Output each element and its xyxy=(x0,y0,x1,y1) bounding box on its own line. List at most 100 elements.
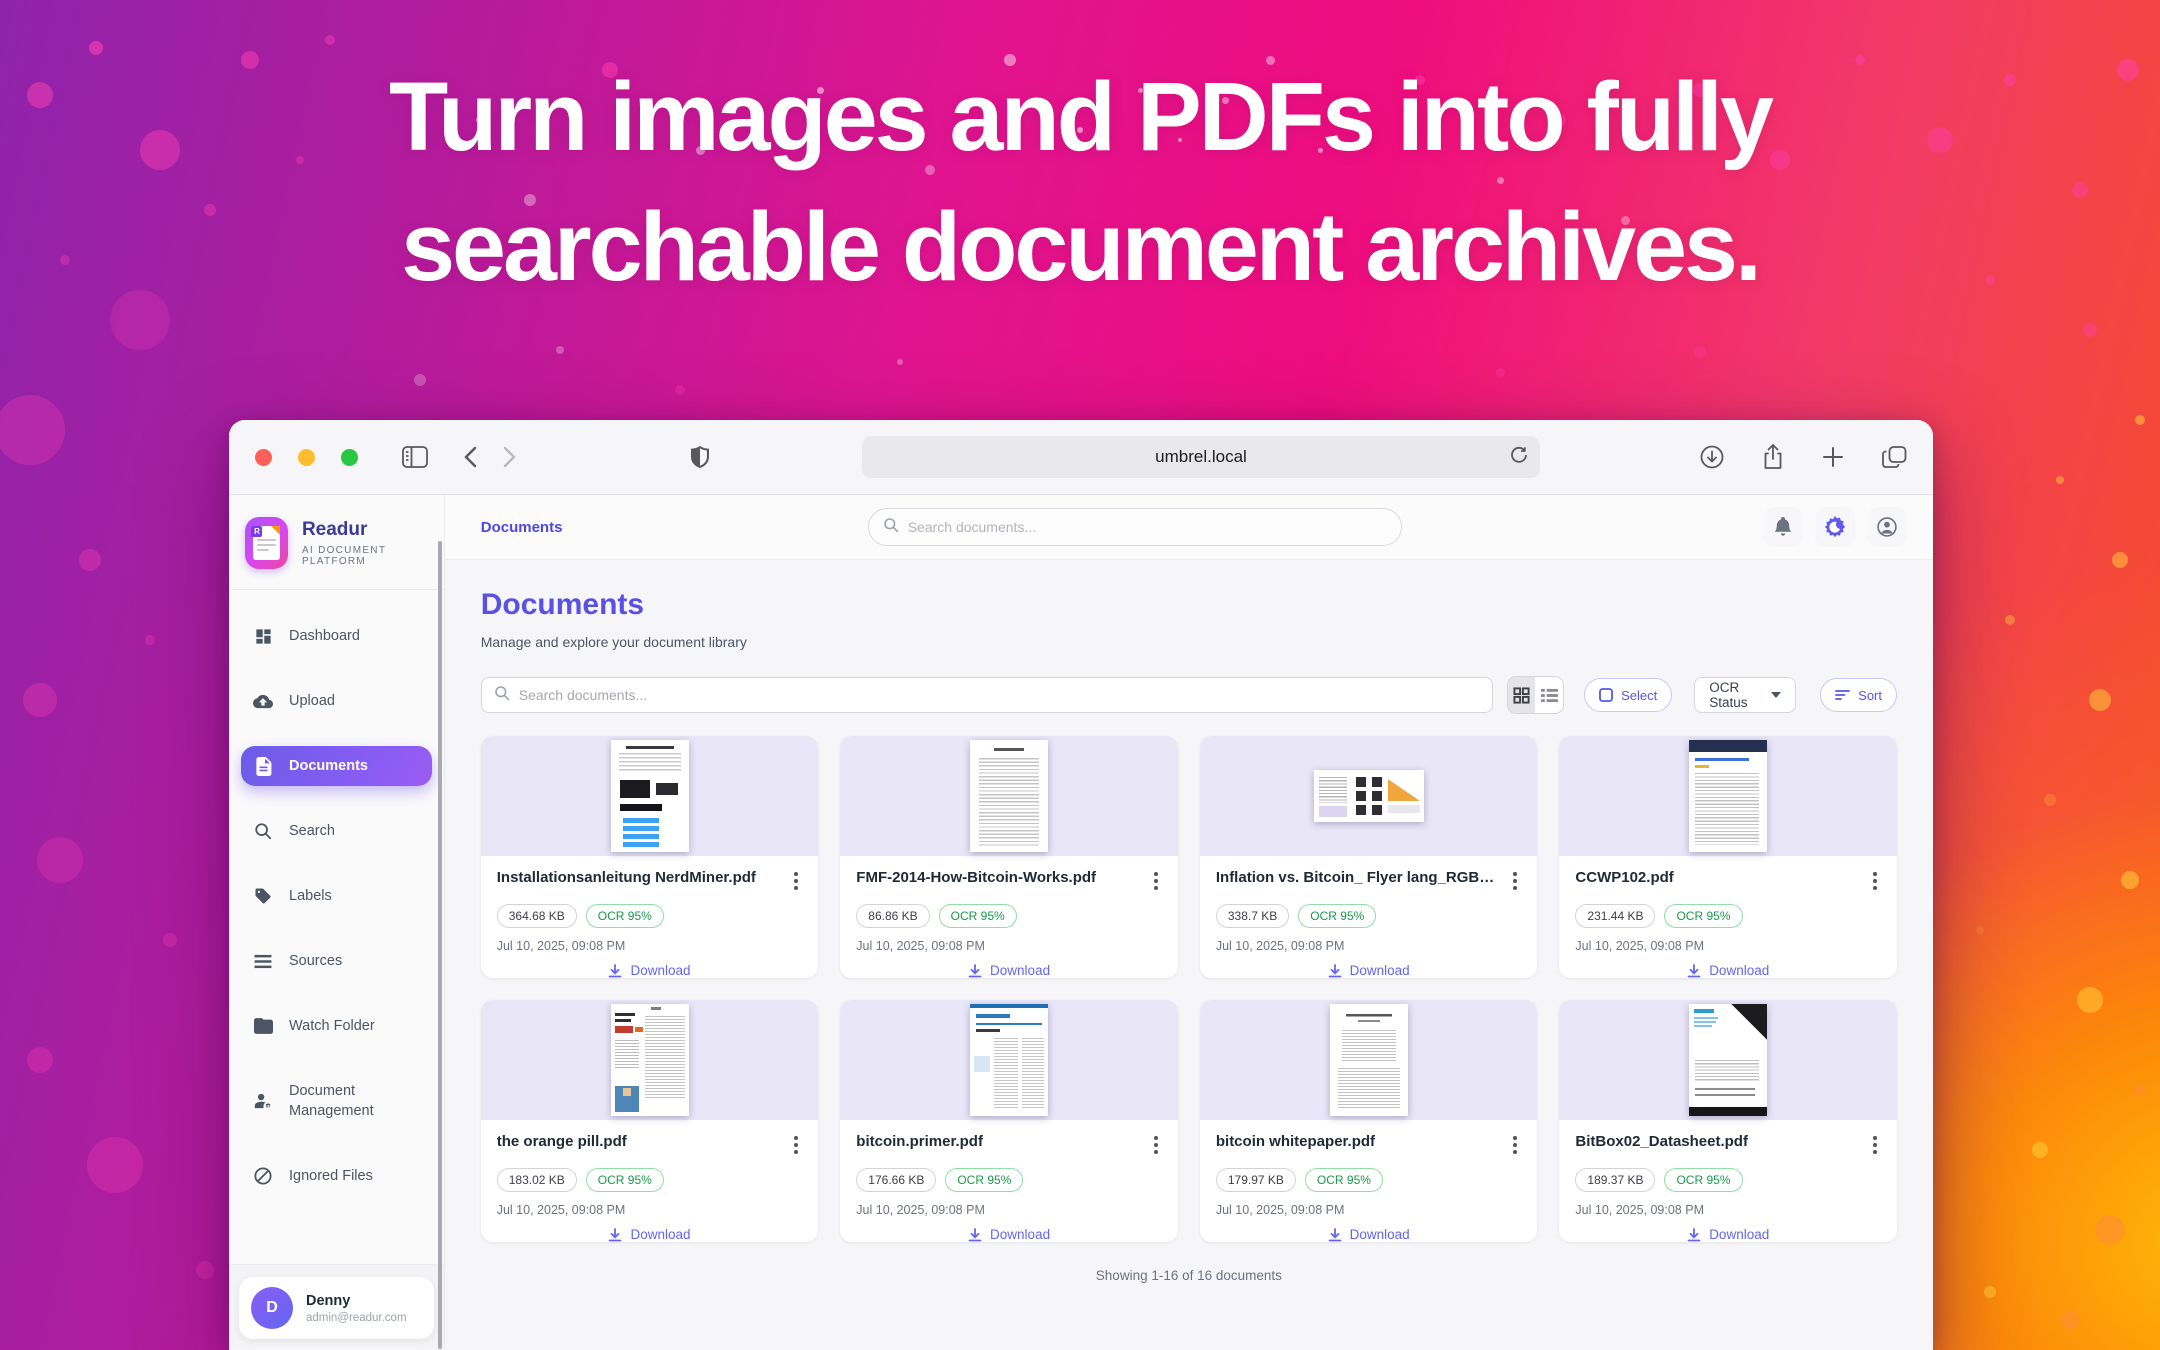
sidebar-item-label: Sources xyxy=(289,951,342,971)
hero-headline: Turn images and PDFs into fully searchab… xyxy=(0,52,2160,312)
brand-name: Readur xyxy=(302,519,428,541)
more-options-button[interactable] xyxy=(1150,1133,1162,1157)
dashboard-icon xyxy=(253,626,273,646)
document-card[interactable]: Inflation vs. Bitcoin_ Flyer lang_RGB.pd… xyxy=(1200,736,1538,978)
user-card[interactable]: D Denny admin@readur.com xyxy=(239,1277,434,1339)
notifications-button[interactable] xyxy=(1763,507,1803,547)
background-dot xyxy=(87,1137,143,1193)
more-options-button[interactable] xyxy=(1509,1133,1521,1157)
document-search-input[interactable] xyxy=(519,687,1480,703)
document-name: Installationsanleitung NerdMiner.pdf xyxy=(497,869,756,886)
document-card[interactable]: CCWP102.pdf 231.44 KB OCR 95% Jul 10, 20… xyxy=(1559,736,1897,978)
ocr-status-badge: OCR 95% xyxy=(945,1168,1023,1192)
sidebar-item-ignored-files[interactable]: Ignored Files xyxy=(241,1156,432,1196)
grid-view-button[interactable] xyxy=(1508,677,1536,713)
more-options-button[interactable] xyxy=(790,869,802,893)
more-options-button[interactable] xyxy=(790,1133,802,1157)
sidebar-scrollbar[interactable] xyxy=(438,541,442,1349)
reload-icon[interactable] xyxy=(1510,446,1528,469)
background-dot xyxy=(163,933,177,947)
document-thumbnail-area xyxy=(1200,736,1538,856)
sidebar-item-dashboard[interactable]: Dashboard xyxy=(241,616,432,656)
hero-line-1: Turn images and PDFs into fully xyxy=(0,52,2160,182)
file-size-badge: 364.68 KB xyxy=(497,904,577,928)
user-area: D Denny admin@readur.com xyxy=(229,1264,444,1349)
document-name: Inflation vs. Bitcoin_ Flyer lang_RGB.pd… xyxy=(1216,869,1496,886)
background-dot xyxy=(196,1261,214,1279)
document-card[interactable]: FMF-2014-How-Bitcoin-Works.pdf 86.86 KB … xyxy=(840,736,1178,978)
window-close-button[interactable] xyxy=(255,449,272,466)
more-options-button[interactable] xyxy=(1869,869,1881,893)
back-button[interactable] xyxy=(464,446,477,468)
address-bar[interactable]: umbrel.local xyxy=(862,436,1540,478)
document-thumbnail xyxy=(970,1004,1048,1116)
sort-button[interactable]: Sort xyxy=(1820,678,1897,712)
account-button[interactable] xyxy=(1867,507,1907,547)
document-card[interactable]: the orange pill.pdf 183.02 KB OCR 95% Ju… xyxy=(481,1000,819,1242)
background-dot xyxy=(2089,689,2111,711)
more-options-button[interactable] xyxy=(1869,1133,1881,1157)
download-link[interactable]: Download xyxy=(1216,963,1522,978)
sidebar: R Readur AI DOCUMENT PLATFORM Dashboard … xyxy=(229,495,445,1349)
document-date: Jul 10, 2025, 09:08 PM xyxy=(497,939,803,953)
sidebar-item-sources[interactable]: Sources xyxy=(241,941,432,981)
document-search[interactable] xyxy=(481,677,1493,713)
sidebar-item-document-management[interactable]: Document Management xyxy=(241,1071,432,1131)
file-size-badge: 183.02 KB xyxy=(497,1168,577,1192)
more-options-button[interactable] xyxy=(1150,869,1162,893)
document-card[interactable]: BitBox02_Datasheet.pdf 189.37 KB OCR 95%… xyxy=(1559,1000,1897,1242)
window-minimize-button[interactable] xyxy=(298,449,315,466)
window-zoom-button[interactable] xyxy=(341,449,358,466)
search-icon xyxy=(494,685,510,706)
download-label: Download xyxy=(990,963,1050,978)
sidebar-item-documents[interactable]: Documents xyxy=(241,746,432,786)
hero-line-2: searchable document archives. xyxy=(0,182,2160,312)
file-size-badge: 338.7 KB xyxy=(1216,904,1289,928)
select-button[interactable]: Select xyxy=(1584,678,1672,712)
browser-chrome: umbrel.local xyxy=(229,420,1933,495)
new-tab-icon[interactable] xyxy=(1822,446,1844,468)
download-link[interactable]: Download xyxy=(1216,1227,1522,1242)
share-icon[interactable] xyxy=(1762,444,1784,470)
ocr-status-filter[interactable]: OCR Status xyxy=(1694,677,1796,713)
background-dot xyxy=(2112,552,2128,568)
background-dot xyxy=(556,346,564,354)
sidebar-item-upload[interactable]: Upload xyxy=(241,681,432,721)
downloads-icon[interactable] xyxy=(1700,445,1724,469)
download-link[interactable]: Download xyxy=(497,1227,803,1242)
download-label: Download xyxy=(630,963,690,978)
tab-overview-icon[interactable] xyxy=(1882,445,1907,469)
sidebar-toggle-icon[interactable] xyxy=(402,446,428,468)
avatar: D xyxy=(251,1287,293,1329)
download-icon xyxy=(608,1228,622,1242)
document-card[interactable]: bitcoin.primer.pdf 176.66 KB OCR 95% Jul… xyxy=(840,1000,1178,1242)
download-link[interactable]: Download xyxy=(497,963,803,978)
document-card[interactable]: Installationsanleitung NerdMiner.pdf 364… xyxy=(481,736,819,978)
list-view-button[interactable] xyxy=(1535,677,1563,713)
ocr-status-badge: OCR 95% xyxy=(586,1168,664,1192)
background-dot xyxy=(2083,323,2097,337)
privacy-shield-icon[interactable] xyxy=(690,445,710,469)
forward-button[interactable] xyxy=(503,446,516,468)
document-date: Jul 10, 2025, 09:08 PM xyxy=(1216,939,1522,953)
download-link[interactable]: Download xyxy=(1575,963,1881,978)
global-search[interactable] xyxy=(868,508,1402,546)
download-icon xyxy=(1687,964,1701,978)
file-size-badge: 176.66 KB xyxy=(856,1168,936,1192)
sidebar-item-search[interactable]: Search xyxy=(241,811,432,851)
download-link[interactable]: Download xyxy=(1575,1227,1881,1242)
breadcrumb[interactable]: Documents xyxy=(481,519,563,536)
theme-toggle-button[interactable] xyxy=(1815,507,1855,547)
global-search-input[interactable] xyxy=(908,519,1387,535)
sidebar-item-watch-folder[interactable]: Watch Folder xyxy=(241,1006,432,1046)
documents-icon xyxy=(253,756,273,776)
sidebar-item-labels[interactable]: Labels xyxy=(241,876,432,916)
download-link[interactable]: Download xyxy=(856,963,1162,978)
document-card[interactable]: bitcoin whitepaper.pdf 179.97 KB OCR 95%… xyxy=(1200,1000,1538,1242)
documents-page: Documents Manage and explore your docume… xyxy=(445,560,1933,1349)
file-size-badge: 189.37 KB xyxy=(1575,1168,1655,1192)
background-dot xyxy=(37,837,83,883)
more-options-button[interactable] xyxy=(1509,869,1521,893)
document-thumbnail xyxy=(611,1004,689,1116)
download-link[interactable]: Download xyxy=(856,1227,1162,1242)
